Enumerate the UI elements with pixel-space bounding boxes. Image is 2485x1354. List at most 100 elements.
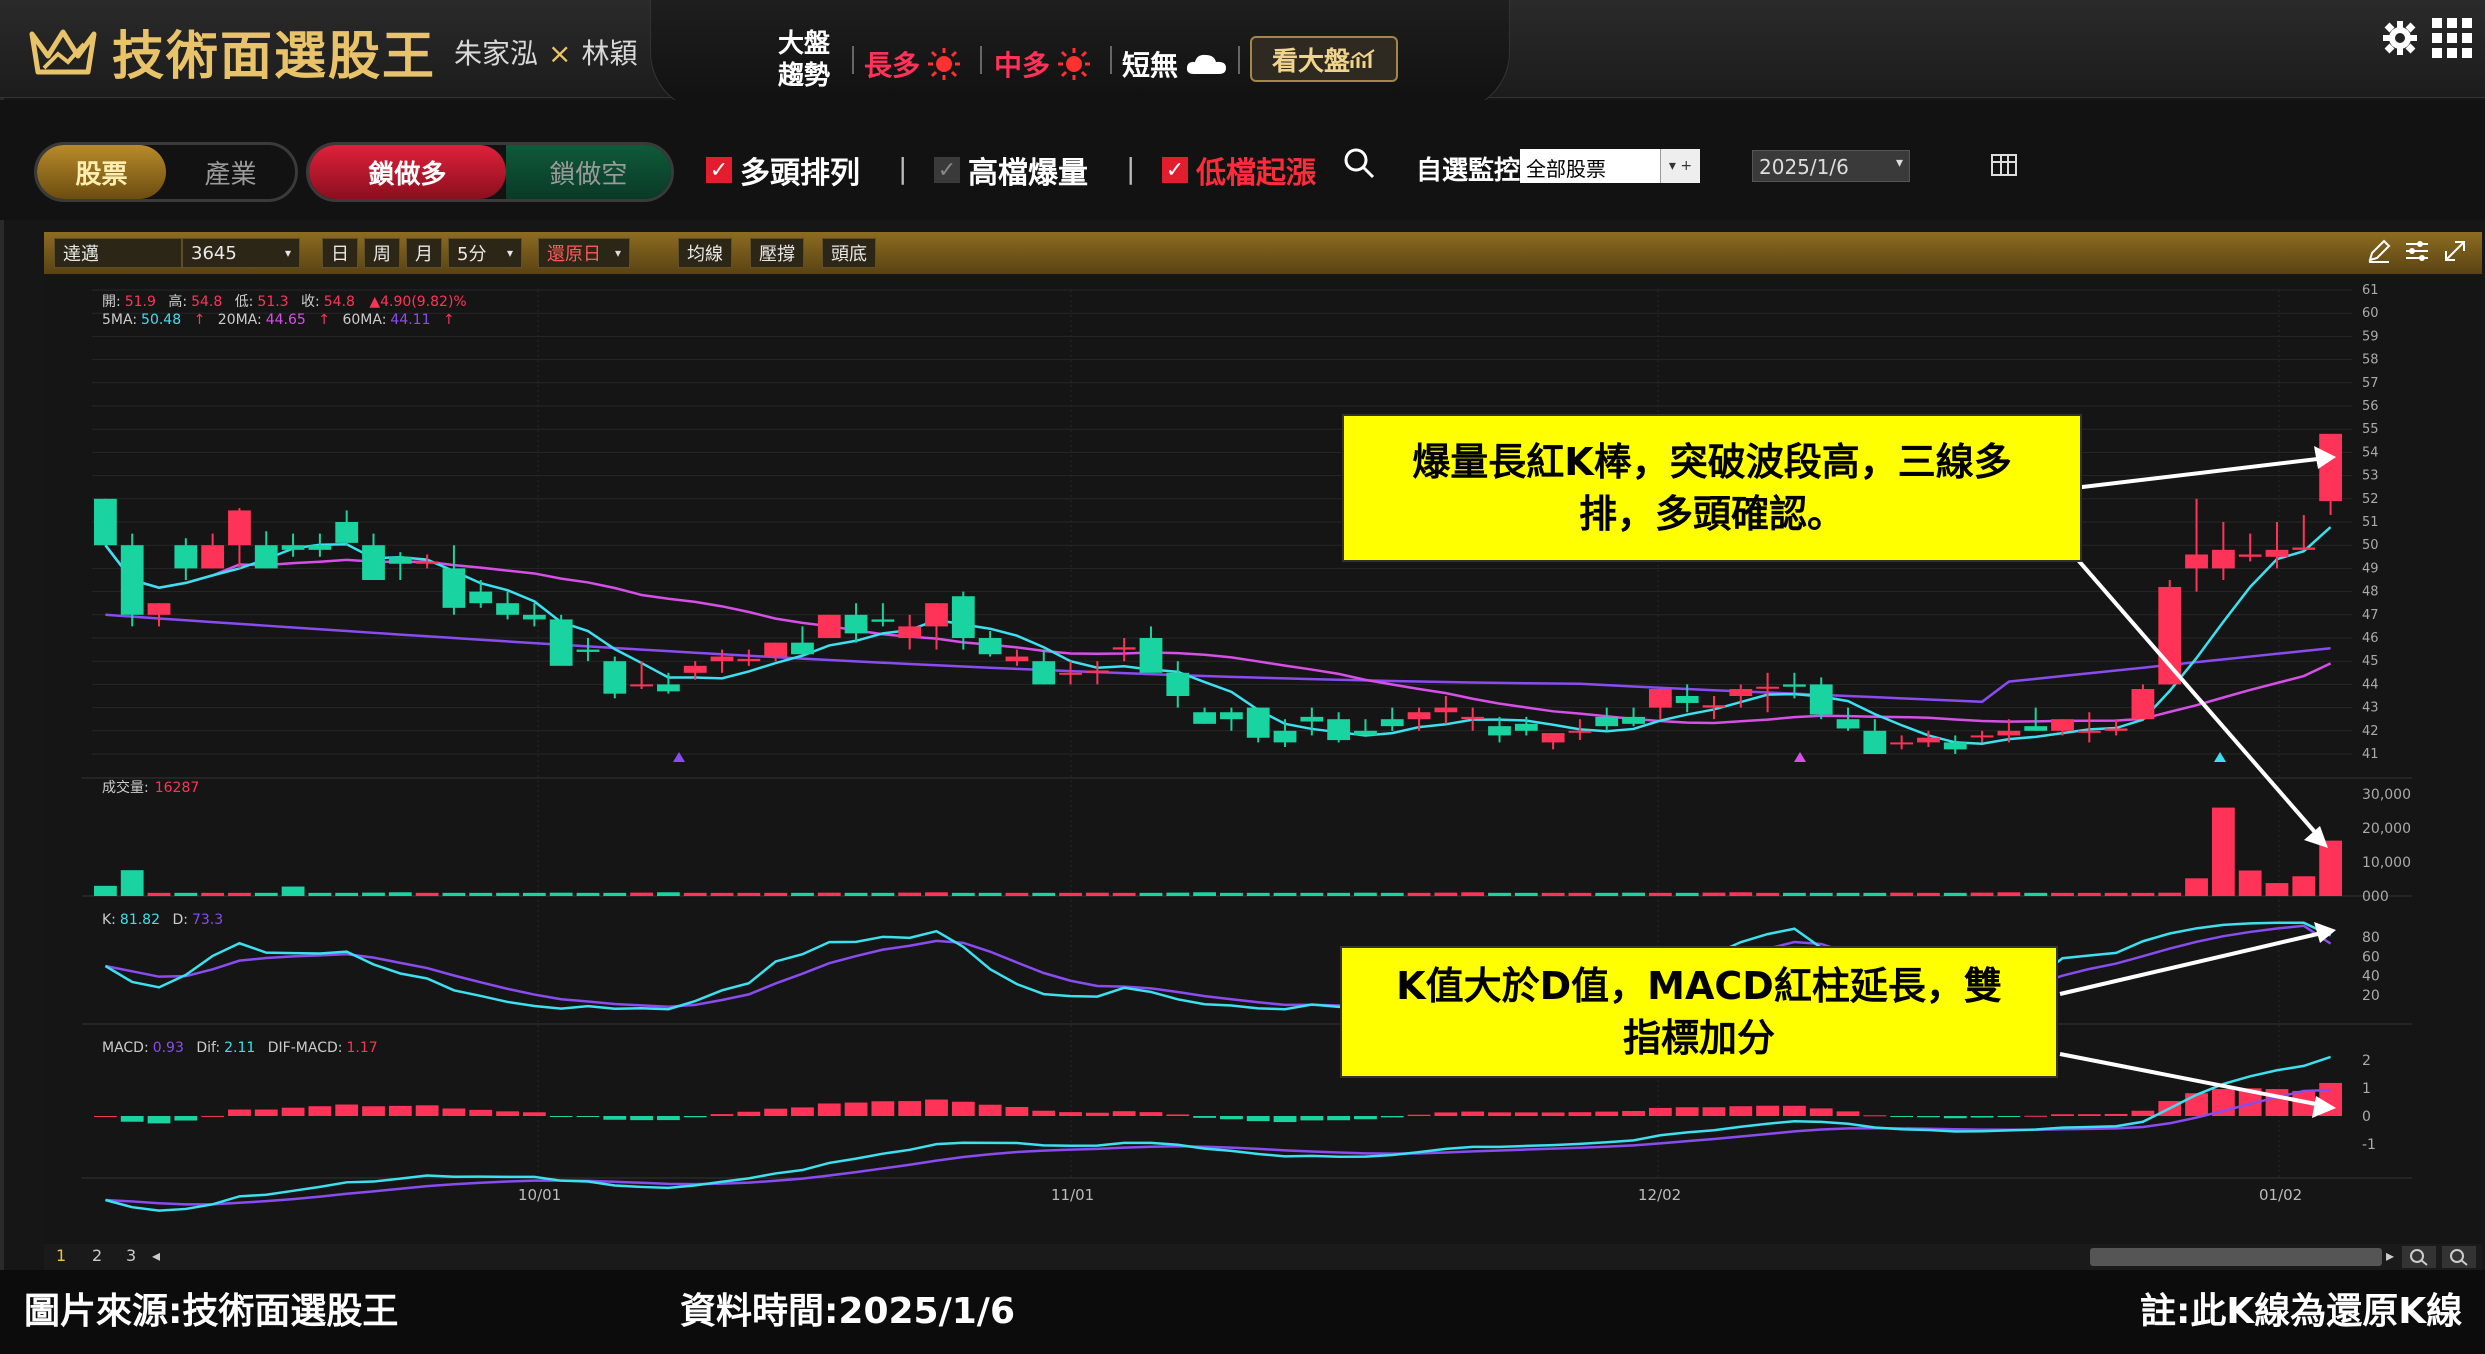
candle-body — [603, 661, 627, 694]
macd-histogram-bar — [2024, 1115, 2048, 1117]
expand-icon[interactable] — [2442, 238, 2468, 264]
candle-body — [2292, 547, 2316, 550]
macd-histogram-bar — [764, 1108, 788, 1116]
stock-chart[interactable]: 61 60 59 58 57 56 55 54 53 52 51 50 49 48 47 46 45 44 43 42… — [44, 278, 2482, 1244]
macd-histogram-bar — [1193, 1116, 1216, 1118]
candle-body — [2051, 719, 2074, 731]
horizontal-scrollbar[interactable] — [2090, 1248, 2382, 1266]
macd-histogram-bar — [254, 1109, 278, 1116]
scroll-left-icon[interactable]: ◂ — [152, 1246, 160, 1265]
sliders-icon[interactable] — [2404, 238, 2430, 264]
watchlist-select[interactable]: 全部股票 ▾ + — [1520, 149, 1700, 183]
caption-data-time: 資料時間:2025/1/6 — [680, 1291, 1015, 1332]
volume-bar — [1461, 892, 1485, 896]
candle-body — [1112, 647, 1136, 650]
pencil-icon[interactable] — [2366, 238, 2392, 264]
period-month-button[interactable]: 月 — [406, 238, 442, 268]
interval-value: 5分 — [457, 244, 487, 265]
chevron-down-icon[interactable]: ▾ + — [1660, 149, 1700, 183]
page-2[interactable]: 2 — [92, 1246, 102, 1265]
interval-select[interactable]: 5分 ▾ — [448, 238, 522, 268]
volume-bar — [469, 892, 493, 896]
volume-bar — [2024, 892, 2048, 896]
callout-arrow — [2073, 456, 2327, 490]
candle-body — [2131, 689, 2155, 720]
page-1[interactable]: 1 — [56, 1246, 66, 1265]
period-week-button[interactable]: 周 — [364, 238, 400, 268]
candle-body — [1380, 719, 1404, 727]
table-settings-icon[interactable] — [1990, 152, 2020, 180]
macd-histogram-bar — [978, 1104, 1002, 1116]
macd-histogram-bar — [2104, 1113, 2128, 1116]
candle-body — [469, 591, 493, 604]
date-select[interactable]: 2025/1/6 ▾ — [1752, 150, 1910, 182]
tab-lock-long[interactable]: 鎖做多 — [309, 145, 506, 199]
see-market-button[interactable]: 看大盤 — [1250, 36, 1398, 82]
price-tick-label: 50 — [2362, 538, 2379, 553]
period-day-label: 日 — [331, 244, 349, 265]
callout-indicators: K值大於D值，MACD紅柱延長，雙 指標加分 — [1340, 946, 2058, 1078]
filter-high-volume[interactable]: ✓ 高檔爆量 — [934, 148, 1088, 192]
candle-body — [1943, 742, 1967, 750]
callout-indicators-line2: 指標加分 — [1622, 1016, 1775, 1060]
checkbox-checked-icon[interactable]: ✓ — [706, 157, 732, 183]
macd-histogram-bar — [1354, 1116, 1377, 1120]
tab-stock[interactable]: 股票 — [37, 145, 166, 199]
candle-body — [1059, 672, 1082, 675]
volume-bar — [951, 892, 975, 896]
price-tick-label: 48 — [2362, 585, 2379, 600]
volume-bar — [1970, 892, 1994, 896]
candle-body — [1809, 684, 1833, 715]
apps-grid-icon[interactable] — [2432, 18, 2472, 58]
filter-bull-alignment[interactable]: ✓ 多頭排列 — [706, 148, 860, 192]
tab-lock-short[interactable]: 鎖做空 — [505, 145, 671, 199]
ma-button[interactable]: 均線 — [678, 238, 732, 268]
search-icon[interactable] — [1342, 146, 1376, 180]
macd-histogram-bar — [442, 1108, 466, 1116]
candle-body — [2104, 728, 2128, 731]
filter-low-rise[interactable]: ✓ 低檔起漲 — [1162, 148, 1316, 192]
volume-bar — [1568, 892, 1592, 896]
candle-body — [817, 614, 841, 638]
volume-bar — [1648, 892, 1672, 896]
scroll-right-icon[interactable]: ▸ — [2386, 1246, 2394, 1265]
pressure-button[interactable]: 壓撐 — [750, 238, 804, 268]
checkbox-checked-icon[interactable]: ✓ — [1162, 157, 1188, 183]
cloud-icon — [1186, 54, 1227, 74]
chevron-down-icon: ▾ — [1895, 155, 1903, 171]
candle-body — [683, 665, 707, 673]
macd-histogram-bar — [1783, 1105, 1806, 1116]
restore-select[interactable]: 還原日 ▾ — [538, 238, 630, 268]
top-bottom-button[interactable]: 頭底 — [822, 238, 876, 268]
trend-long: 長多 — [864, 44, 962, 84]
macd-signal-line — [105, 1088, 2331, 1206]
macd-histogram-bar — [120, 1116, 144, 1122]
stock-code-field[interactable]: 3645 ▾ — [182, 238, 300, 268]
macd-histogram-bar — [951, 1101, 975, 1116]
macd-histogram-bar — [1648, 1107, 1672, 1116]
zoom-in-icon[interactable] — [2402, 1246, 2436, 1268]
stock-name-field[interactable]: 達邁 — [54, 238, 182, 268]
macd-histogram-bar — [1032, 1110, 1056, 1116]
candle-body — [496, 603, 519, 615]
macd-histogram-bar — [1595, 1111, 1619, 1116]
gear-icon[interactable] — [2382, 20, 2418, 56]
zoom-out-icon[interactable] — [2442, 1246, 2476, 1268]
app-logo[interactable]: 技術面選股王 朱家泓 × 林穎 — [28, 14, 638, 89]
trend-long-label: 長多 — [864, 49, 921, 82]
volume-bar — [1193, 892, 1216, 896]
macd-histogram-bar — [683, 1116, 707, 1118]
tab-industry[interactable]: 產業 — [166, 145, 295, 199]
period-day-button[interactable]: 日 — [322, 238, 358, 268]
candle-body — [1327, 719, 1351, 741]
checkbox-disabled-icon[interactable]: ✓ — [934, 157, 960, 183]
candle-body — [1890, 742, 1914, 745]
chart-canvas[interactable]: 61 60 59 58 57 56 55 54 53 52 51 50 49 48 47 46 45 44 43 42… — [44, 278, 2482, 1244]
macd-tick-label: 1 — [2362, 1081, 2371, 1097]
candle-body — [1246, 707, 1270, 738]
candle-body — [630, 684, 653, 687]
volume-bar — [1783, 892, 1806, 896]
candle-body — [1005, 656, 1029, 662]
macd-histogram-bar — [1836, 1111, 1860, 1116]
page-3[interactable]: 3 — [126, 1246, 136, 1265]
